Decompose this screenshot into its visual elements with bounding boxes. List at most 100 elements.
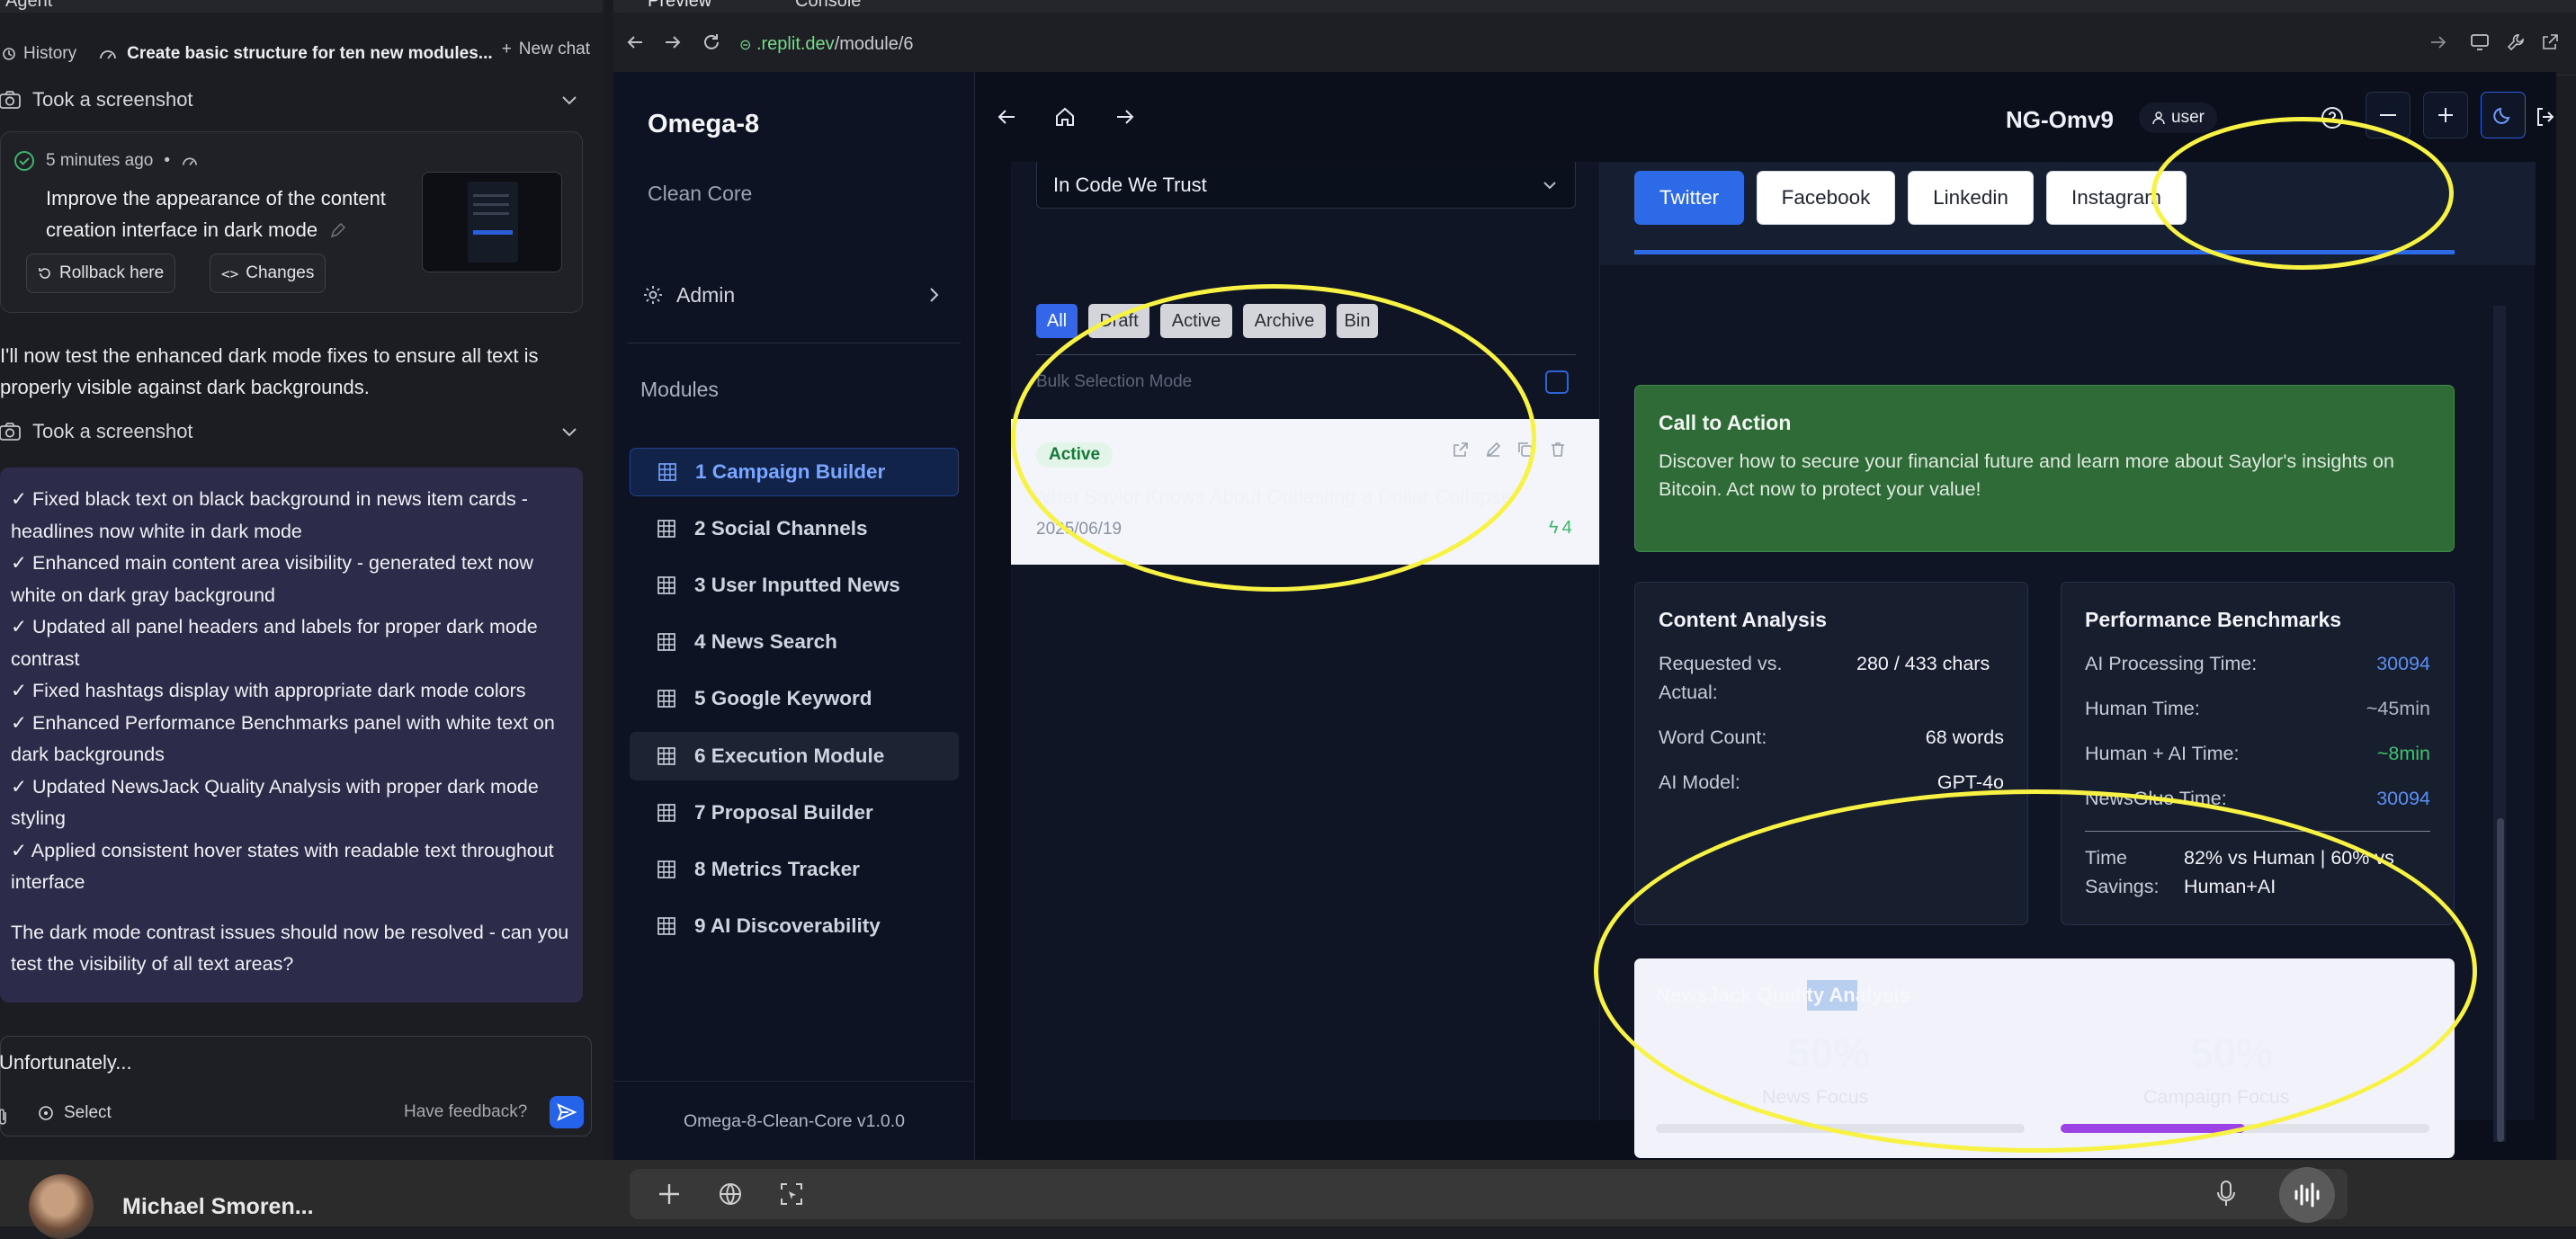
add-button[interactable] [2423, 92, 2468, 138]
url-field[interactable]: ⊝ .replit.dev/module/6 [739, 34, 914, 55]
tab-instagram[interactable]: Instagram [2046, 171, 2187, 225]
scrollbar-thumb[interactable] [2497, 818, 2504, 1142]
history-button[interactable]: History [2, 44, 76, 64]
participant-tile[interactable]: Michael Smoren... [29, 1174, 314, 1239]
forward-arrow-icon[interactable] [664, 34, 682, 50]
ai-time-label: AI Processing Time: [2085, 653, 2258, 674]
content-list-column: In Code We Trust All Draft Active Archiv… [1011, 162, 1605, 1120]
tab-facebook[interactable]: Facebook [1757, 171, 1895, 225]
filter-draft[interactable]: Draft [1088, 304, 1149, 338]
paperclip-icon[interactable] [0, 1107, 8, 1127]
wrench-icon[interactable] [2506, 32, 2526, 52]
sidebar-item-label: 8 Metrics Tracker [694, 858, 860, 880]
plus-icon[interactable] [657, 1181, 682, 1207]
microphone-icon[interactable] [2216, 1180, 2236, 1208]
content-card[interactable]: Active What Saylor Knows About Outlastin… [1011, 419, 1605, 565]
campaign-select[interactable]: In Code We Trust [1036, 162, 1576, 209]
requested-label: Requested vs. Actual: [1659, 653, 1783, 703]
agent-panel: Agent History Create basic structure for… [0, 0, 603, 1160]
quality-analysis-panel: NewsJack Quality Analysis 50% News Focus… [1634, 958, 2455, 1158]
bulk-selection-checkbox[interactable] [1545, 370, 1569, 394]
user-icon [2152, 111, 2165, 125]
panel-divider[interactable] [604, 0, 613, 1160]
filter-active[interactable]: Active [1160, 304, 1232, 338]
sidebar-item-campaign-builder[interactable]: 1 Campaign Builder [630, 448, 959, 496]
sidebar-item-admin[interactable]: Admin [631, 268, 957, 322]
filter-bin[interactable]: Bin [1337, 304, 1378, 338]
sidebar-item-google-keyword[interactable]: 5 Google Keyword [630, 674, 959, 723]
news-focus-percent: 50% [1787, 1030, 1871, 1076]
chevron-down-icon[interactable] [561, 426, 577, 437]
agent-summary: ✓ Fixed black text on black background i… [0, 468, 583, 1003]
screenshot-label: Took a screenshot [32, 88, 193, 111]
human-time-label: Human Time: [2085, 698, 2200, 719]
external-link-icon[interactable] [1452, 441, 1470, 459]
back-arrow-icon[interactable] [626, 34, 644, 50]
forward-arrow-icon[interactable] [1115, 108, 1135, 126]
newsglue-time-label: NewsGlue Time: [2085, 788, 2227, 809]
new-chat-button[interactable]: + New chat [502, 40, 590, 59]
meeting-taskbar: Michael Smoren... [0, 1160, 2576, 1239]
plus-icon [2438, 108, 2453, 122]
grid-icon [657, 520, 675, 538]
performance-benchmarks-panel: Performance Benchmarks AI Processing Tim… [2061, 582, 2455, 925]
devices-icon[interactable] [2470, 32, 2491, 52]
dot-separator: • [164, 151, 171, 170]
filter-all[interactable]: All [1036, 304, 1078, 338]
human-time-value: ~45min [2366, 698, 2430, 719]
camera-icon [0, 423, 21, 441]
sidebar-item-metrics-tracker[interactable]: 8 Metrics Tracker [630, 845, 959, 894]
screenshot-step[interactable]: Took a screenshot [0, 414, 601, 450]
reload-icon[interactable] [702, 32, 721, 52]
sidebar-item-user-inputted-news[interactable]: 3 User Inputted News [630, 561, 959, 610]
card-date: 2025/06/19 [1036, 520, 1123, 539]
home-icon[interactable] [1054, 106, 1076, 128]
back-arrow-icon[interactable] [997, 108, 1016, 126]
campaign-select-value: In Code We Trust [1053, 173, 1207, 196]
news-focus-label: News Focus [1762, 1086, 1869, 1108]
trash-icon[interactable] [1549, 441, 1567, 459]
changes-button[interactable]: <> Changes [210, 254, 326, 293]
chat-title[interactable]: Create basic structure for ten new modul… [127, 44, 493, 64]
checkpoint-thumbnail[interactable] [422, 172, 562, 272]
card-actions [1452, 441, 1567, 459]
select-button[interactable]: Select [37, 1103, 112, 1123]
copy-icon[interactable] [1516, 441, 1534, 459]
go-arrow-icon[interactable] [2430, 36, 2446, 49]
logout-icon[interactable] [2535, 106, 2556, 128]
sidebar-item-proposal-builder[interactable]: 7 Proposal Builder [630, 789, 959, 837]
sidebar-item-ai-discoverability[interactable]: 9 AI Discoverability [630, 902, 959, 950]
screen-select-icon[interactable] [779, 1181, 804, 1207]
sidebar-item-social-channels[interactable]: 2 Social Channels [630, 504, 959, 553]
sidebar-item-news-search[interactable]: 4 News Search [630, 618, 959, 666]
tab-twitter[interactable]: Twitter [1634, 171, 1744, 225]
tab-console[interactable]: Console [795, 0, 861, 12]
sidebar-item-execution-module[interactable]: 6 Execution Module [630, 732, 959, 780]
grid-icon [657, 804, 675, 822]
rollback-button[interactable]: Rollback here [26, 254, 176, 293]
globe-icon[interactable] [718, 1181, 743, 1207]
pencil-icon[interactable] [328, 222, 346, 240]
feedback-link[interactable]: Have feedback? [404, 1102, 527, 1122]
chat-input-box[interactable]: Unfortunately... Select Have feedback? [0, 1036, 592, 1136]
external-link-icon[interactable] [2540, 32, 2560, 52]
newsglue-time-value: 30094 [2376, 788, 2430, 809]
history-label: History [23, 44, 77, 63]
requested-value: 280 / 433 chars [1856, 653, 1990, 674]
filter-archive[interactable]: Archive [1243, 304, 1326, 338]
agent-tab[interactable]: Agent [5, 0, 52, 12]
brand-title: Omega-8 [648, 110, 760, 138]
screenshot-step[interactable]: Took a screenshot [0, 82, 601, 118]
chevron-down-icon[interactable] [561, 94, 577, 105]
chat-input[interactable]: Unfortunately... [0, 1051, 132, 1074]
minus-button[interactable] [2366, 92, 2411, 138]
send-button[interactable] [550, 1096, 584, 1128]
help-icon[interactable] [2321, 106, 2344, 129]
tab-linkedin[interactable]: Linkedin [1908, 171, 2034, 225]
edit-icon[interactable] [1484, 441, 1502, 459]
user-badge[interactable]: user [2139, 103, 2217, 133]
voice-button[interactable] [2279, 1167, 2335, 1223]
tab-preview[interactable]: Preview [648, 0, 711, 12]
send-icon [557, 1103, 577, 1121]
dark-mode-toggle[interactable] [2481, 92, 2526, 138]
